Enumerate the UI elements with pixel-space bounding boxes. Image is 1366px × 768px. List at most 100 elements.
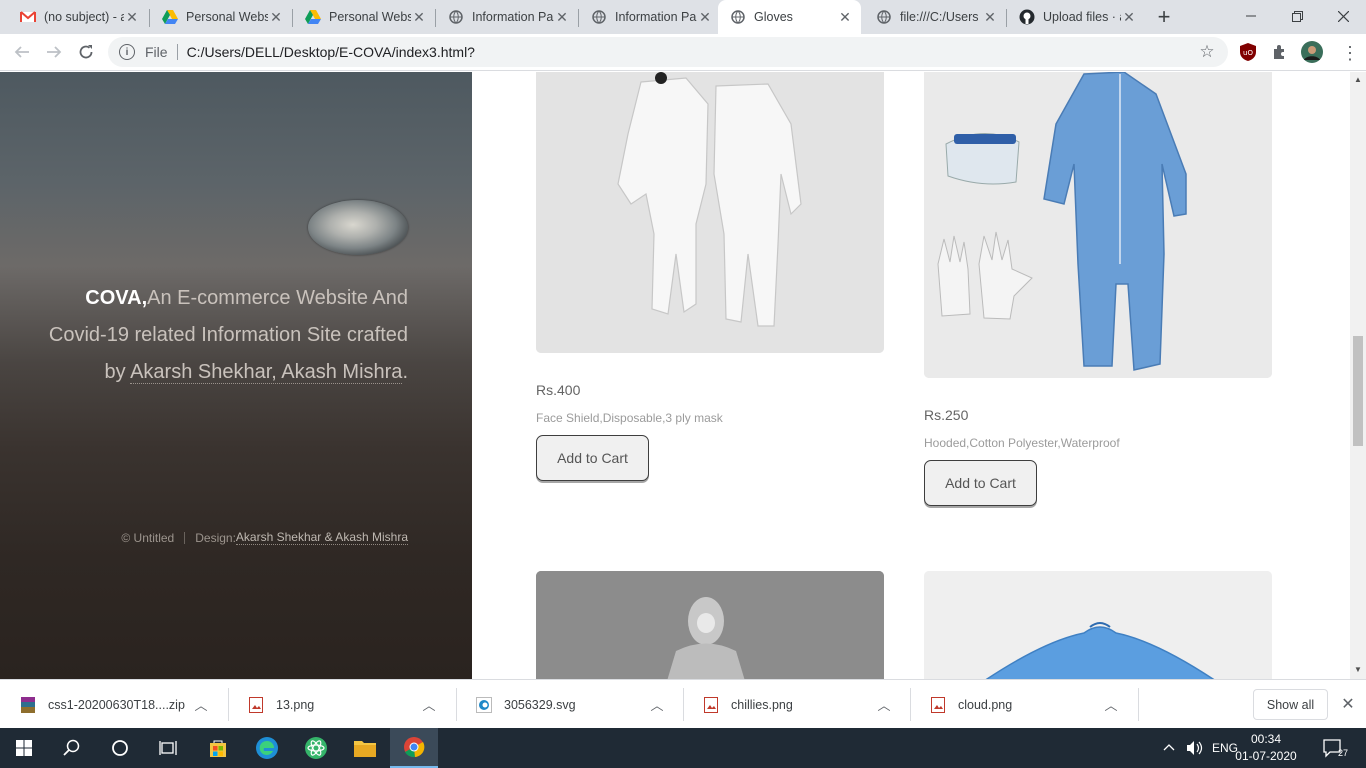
- taskbar-clock[interactable]: 00:34 01-07-2020: [1234, 731, 1298, 765]
- product-image-blue-gown[interactable]: [924, 571, 1272, 679]
- search-icon[interactable]: [48, 728, 96, 768]
- chevron-up-icon[interactable]: ︿: [1101, 695, 1121, 714]
- profile-avatar[interactable]: [1300, 40, 1324, 64]
- browser-menu-icon[interactable]: ⋮: [1340, 42, 1360, 64]
- edge-browser-icon[interactable]: [243, 728, 291, 768]
- globe-icon: [876, 9, 892, 25]
- tab-personal-website-2[interactable]: Personal Webs ✕: [293, 0, 435, 34]
- gmail-icon: [20, 9, 36, 25]
- page-scrollbar[interactable]: ▲ ▼: [1350, 72, 1366, 679]
- address-bar[interactable]: i File C:/Users/DELL/Desktop/E-COVA/inde…: [108, 37, 1228, 67]
- download-filename: 3056329.svg: [504, 697, 576, 712]
- google-drive-icon: [162, 9, 178, 25]
- scroll-down-icon[interactable]: ▼: [1353, 665, 1363, 675]
- tab-gloves[interactable]: Gloves ✕: [718, 0, 861, 34]
- download-shelf: css1-20200630T18....zip ︿ 13.png ︿ 30563…: [0, 679, 1366, 728]
- chevron-up-icon[interactable]: ︿: [419, 695, 439, 714]
- star-icon[interactable]: ☆: [1194, 42, 1220, 62]
- close-icon[interactable]: ✕: [268, 9, 284, 25]
- chevron-up-icon[interactable]: ︿: [191, 695, 211, 714]
- download-item[interactable]: 3056329.svg ︿: [456, 680, 683, 729]
- product-image-blue-coverall-kit[interactable]: [924, 72, 1272, 378]
- product-image-white-coveralls[interactable]: [536, 72, 884, 353]
- extensions-icon[interactable]: [1269, 41, 1291, 63]
- design-authors-link[interactable]: Akarsh Shekhar & Akash Mishra: [235, 530, 408, 545]
- tab-title: Gloves: [754, 10, 793, 24]
- product-description: Hooded,Cotton Polyester,Waterproof: [924, 436, 1120, 450]
- close-icon[interactable]: ✕: [411, 9, 427, 25]
- close-icon[interactable]: ✕: [837, 9, 853, 25]
- close-icon[interactable]: ✕: [697, 9, 713, 25]
- footer-credits: © Untitled Design: Akarsh Shekhar & Akas…: [121, 530, 408, 545]
- tab-strip: (no subject) - a ✕ Personal Webs ✕ Perso…: [0, 0, 1366, 34]
- notification-center-icon[interactable]: 27: [1322, 728, 1354, 768]
- tab-personal-website-1[interactable]: Personal Webs ✕: [150, 0, 292, 34]
- cortana-icon[interactable]: [96, 728, 144, 768]
- close-icon[interactable]: ✕: [982, 9, 998, 25]
- image-file-icon: [703, 696, 719, 713]
- github-icon: [1019, 9, 1035, 25]
- reload-button[interactable]: [73, 39, 99, 65]
- add-to-cart-button[interactable]: Add to Cart: [536, 435, 649, 481]
- close-shelf-icon[interactable]: ✕: [1338, 694, 1358, 714]
- close-icon[interactable]: ✕: [1121, 9, 1137, 25]
- close-icon[interactable]: ✕: [124, 9, 140, 25]
- scrollbar-thumb[interactable]: [1353, 336, 1363, 446]
- tab-title: Information Pa: [472, 10, 554, 24]
- windows-taskbar: ENG 00:34 01-07-2020 27: [0, 728, 1366, 768]
- notification-count: 27: [1338, 748, 1349, 758]
- back-button[interactable]: [9, 39, 35, 65]
- download-item[interactable]: chillies.png ︿: [683, 680, 910, 729]
- tab-information-page-2[interactable]: Information Pa ✕: [579, 0, 721, 34]
- tagline-end: .: [402, 361, 408, 383]
- task-view-icon[interactable]: [144, 728, 192, 768]
- volume-icon[interactable]: [1186, 728, 1204, 768]
- file-explorer-icon[interactable]: [341, 728, 389, 768]
- site-intro: COVA,An E-commerce Website And Covid-19 …: [48, 280, 408, 391]
- tab-title: Upload files · a: [1043, 10, 1121, 24]
- arrow-left-icon: [14, 46, 29, 58]
- atom-app-icon[interactable]: [292, 728, 340, 768]
- microsoft-store-icon[interactable]: [194, 728, 242, 768]
- info-icon[interactable]: i: [119, 44, 135, 60]
- download-item[interactable]: cloud.png ︿: [910, 680, 1137, 729]
- tab-local-file[interactable]: file:///C:/Users ✕: [864, 0, 1006, 34]
- minimize-button[interactable]: [1228, 0, 1274, 32]
- product-price: Rs.250: [924, 407, 969, 423]
- download-item[interactable]: 13.png ︿: [228, 680, 455, 729]
- clock-time: 00:34: [1250, 732, 1282, 746]
- chrome-browser-icon[interactable]: [390, 728, 438, 768]
- browser-toolbar: i File C:/Users/DELL/Desktop/E-COVA/inde…: [0, 34, 1366, 71]
- restore-button[interactable]: [1274, 0, 1320, 32]
- chevron-up-icon[interactable]: ︿: [647, 695, 667, 714]
- add-to-cart-button[interactable]: Add to Cart: [924, 460, 1037, 506]
- chevron-up-icon[interactable]: ︿: [874, 695, 894, 714]
- scroll-up-icon[interactable]: ▲: [1353, 75, 1363, 85]
- chevron-up-icon: [1163, 744, 1175, 751]
- clock-date: 01-07-2020: [1235, 749, 1297, 763]
- product-image-hooded-suit[interactable]: [536, 571, 884, 679]
- forward-button[interactable]: [41, 39, 67, 65]
- tab-title: Personal Webs: [329, 10, 411, 24]
- tab-gmail[interactable]: (no subject) - a ✕: [8, 0, 148, 34]
- tab-github-upload[interactable]: Upload files · a ✕: [1007, 0, 1145, 34]
- close-icon[interactable]: ✕: [554, 9, 570, 25]
- tab-title: Information Pa: [615, 10, 697, 24]
- site-sidebar: COVA,An E-commerce Website And Covid-19 …: [0, 72, 472, 679]
- new-tab-button[interactable]: +: [1152, 4, 1176, 29]
- tab-information-page-1[interactable]: Information Pa ✕: [436, 0, 578, 34]
- edge-file-icon: [476, 696, 492, 713]
- ublock-origin-icon[interactable]: uO: [1237, 41, 1259, 63]
- show-all-downloads-button[interactable]: Show all: [1253, 689, 1328, 720]
- show-hidden-icons[interactable]: [1162, 728, 1176, 768]
- windows-start-icon[interactable]: [0, 728, 48, 768]
- url-text[interactable]: C:/Users/DELL/Desktop/E-COVA/index3.html…: [187, 44, 1194, 60]
- scheme-label: File: [145, 44, 168, 60]
- image-file-icon: [930, 696, 946, 713]
- window-close-button[interactable]: [1320, 0, 1366, 32]
- download-item[interactable]: css1-20200630T18....zip ︿: [0, 680, 227, 729]
- authors-link[interactable]: Akarsh Shekhar, Akash Mishra: [130, 361, 403, 384]
- globe-icon: [730, 9, 746, 25]
- product-description: Face Shield,Disposable,3 ply mask: [536, 411, 723, 425]
- tab-title: (no subject) - a: [44, 10, 124, 24]
